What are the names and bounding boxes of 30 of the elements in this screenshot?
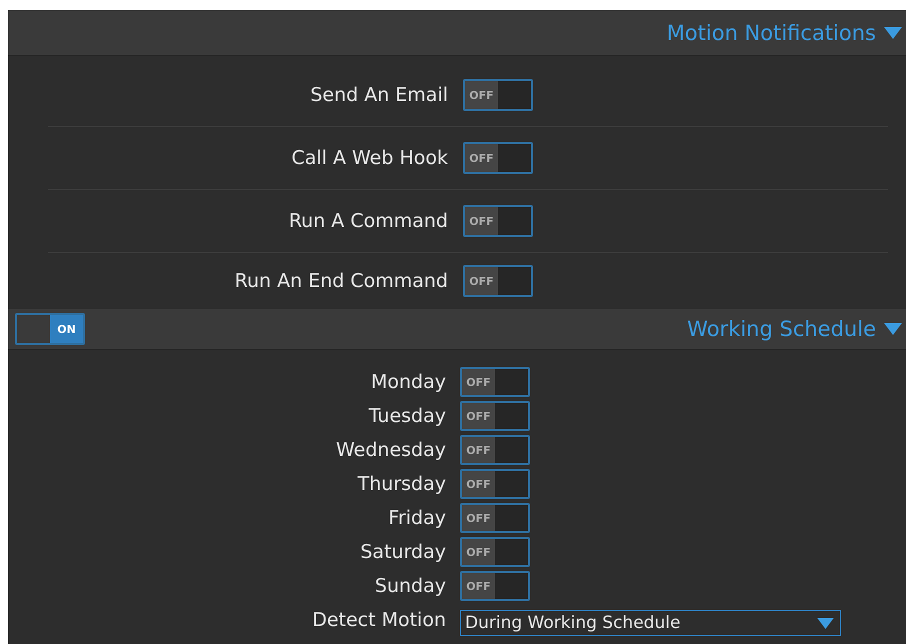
day-label: Friday xyxy=(387,507,446,529)
day-label: Wednesday xyxy=(334,439,446,461)
section-title[interactable]: Motion Notifications xyxy=(666,20,876,44)
toggle-switch[interactable]: OFF xyxy=(463,265,533,297)
setting-label: Send An Email xyxy=(309,84,448,106)
toggle-switch[interactable]: OFF xyxy=(463,79,533,111)
toggle-switch[interactable]: OFF xyxy=(460,367,530,397)
section-title[interactable]: Working Schedule xyxy=(687,317,876,341)
toggle-switch[interactable]: ON xyxy=(15,313,85,345)
caret-icon[interactable] xyxy=(884,26,902,38)
toggle-switch[interactable]: OFF xyxy=(460,435,530,465)
setting-label: Run A Command xyxy=(288,210,448,232)
day-label: Saturday xyxy=(359,541,446,563)
day-label: Monday xyxy=(370,371,446,393)
setting-label: Call A Web Hook xyxy=(290,147,448,169)
toggle-switch[interactable]: OFF xyxy=(463,142,533,174)
toggle-switch[interactable]: OFF xyxy=(460,401,530,431)
caret-icon xyxy=(817,618,834,628)
caret-icon[interactable] xyxy=(884,323,902,335)
toggle-switch[interactable]: OFF xyxy=(460,469,530,499)
toggle-switch[interactable]: OFF xyxy=(460,503,530,533)
toggle-switch[interactable]: OFF xyxy=(463,205,533,237)
day-label: Sunday xyxy=(374,575,446,597)
toggle-switch[interactable]: OFF xyxy=(460,537,530,567)
dropdown-field[interactable]: During Working Schedule xyxy=(460,610,841,636)
setting-label: Run An End Command xyxy=(234,270,448,292)
day-label: Tuesday xyxy=(368,405,446,427)
day-label: Thursday xyxy=(356,473,446,495)
toggle-switch[interactable]: OFF xyxy=(460,571,530,601)
setting-label: Detect Motion xyxy=(311,609,446,631)
